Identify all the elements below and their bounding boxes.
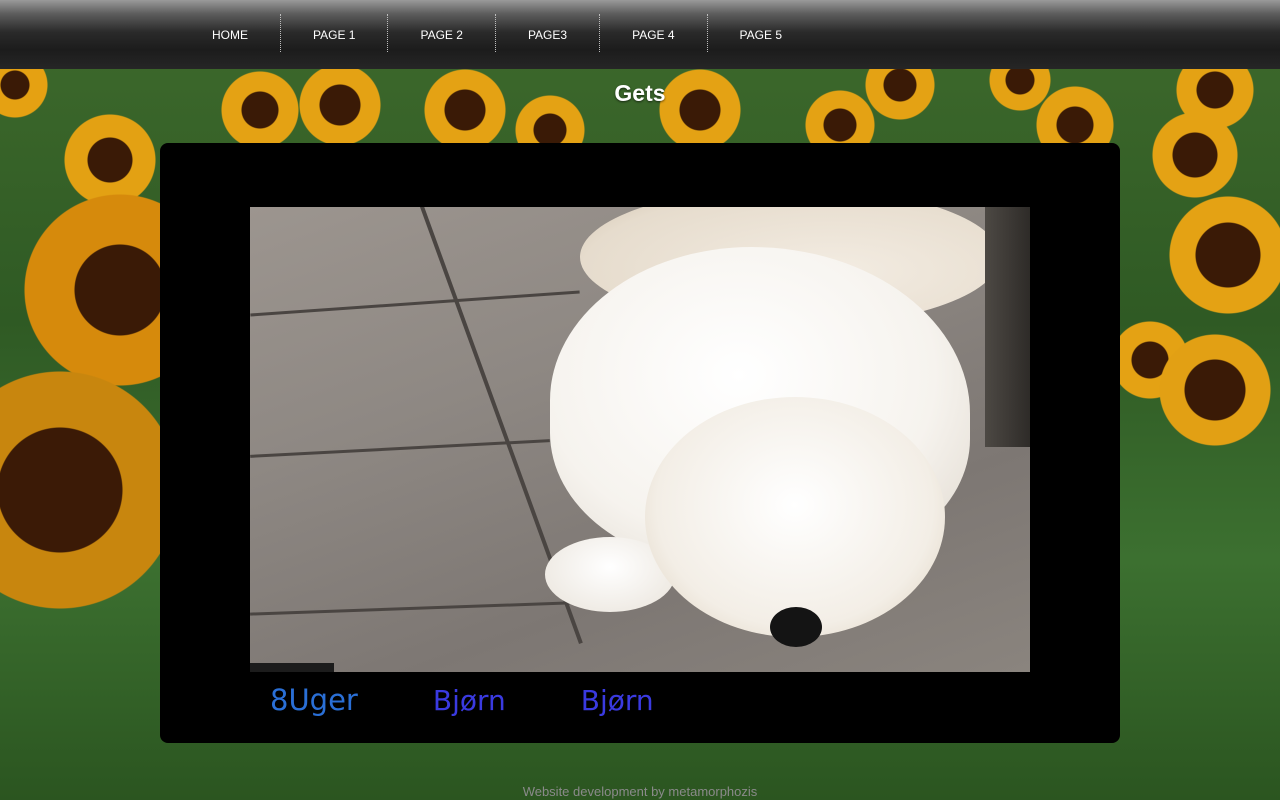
- gallery-main-photo[interactable]: [250, 207, 1030, 672]
- photo-caption-bar: [250, 663, 334, 672]
- thumbnail-link-1[interactable]: 8Uger: [270, 683, 358, 717]
- puppy-nose-shape: [770, 607, 822, 647]
- shadow-shape: [985, 207, 1030, 447]
- nav-item-page-4[interactable]: PAGE 4: [600, 14, 708, 52]
- pavement-crack: [250, 601, 570, 616]
- gallery-thumbnails: 8Uger Bjørn Bjørn: [270, 683, 654, 717]
- nav-item-home[interactable]: HOME: [180, 14, 281, 52]
- nav-item-page-2[interactable]: PAGE 2: [388, 14, 496, 52]
- puppy-head-shape: [645, 397, 945, 637]
- nav-item-page-1[interactable]: PAGE 1: [281, 14, 389, 52]
- top-navigation-bar: HOME PAGE 1 PAGE 2 PAGE3 PAGE 4 PAGE 5: [0, 0, 1280, 69]
- footer-credit[interactable]: Website development by metamorphozis: [0, 784, 1280, 799]
- page-title: Gets: [614, 80, 666, 106]
- nav-item-page-5[interactable]: PAGE 5: [708, 14, 814, 52]
- pavement-crack: [250, 290, 580, 317]
- thumbnail-link-2[interactable]: Bjørn: [433, 684, 506, 717]
- nav-item-page-3[interactable]: PAGE3: [496, 14, 601, 52]
- pavement-crack: [250, 439, 550, 458]
- content-panel: 8Uger Bjørn Bjørn: [160, 143, 1120, 743]
- thumbnail-link-3[interactable]: Bjørn: [581, 684, 654, 717]
- main-menu: HOME PAGE 1 PAGE 2 PAGE3 PAGE 4 PAGE 5: [180, 14, 814, 52]
